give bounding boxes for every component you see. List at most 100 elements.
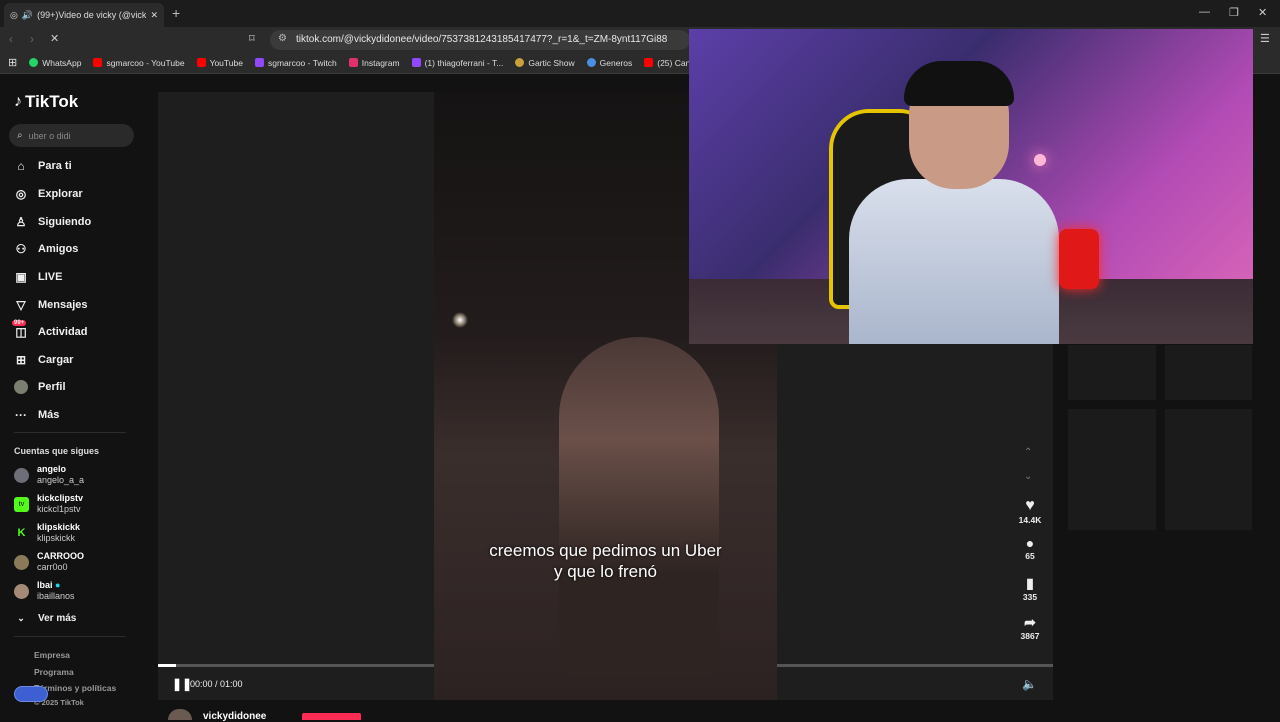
youtube-icon [93, 58, 103, 67]
tiktok-logo[interactable]: ♪ TikTok [14, 92, 78, 112]
account-carrooo[interactable]: CARROOO carr0o0 [14, 551, 84, 573]
more-icon: ··· [15, 408, 27, 422]
bookmark-twitch[interactable]: sgmarcoo - Twitch [254, 58, 337, 68]
search-input[interactable]: ⌕ uber o didi [9, 124, 134, 147]
youtube-icon [644, 58, 654, 67]
avatar: K [14, 525, 29, 541]
street-light [452, 312, 468, 328]
new-tab-button[interactable]: + [172, 5, 180, 21]
close-window-button[interactable]: ✕ [1258, 6, 1267, 19]
bookmark-whatsapp[interactable]: WhatsApp [29, 58, 81, 68]
nav-siguiendo[interactable]: ♙ Siguiendo [14, 215, 92, 229]
tab-title: (99+)Video de vicky (@vicky [37, 10, 147, 20]
bookmark-instagram[interactable]: Instagram [348, 58, 400, 68]
heart-icon: ♥ [1025, 497, 1035, 514]
live-icon: ▣ [15, 270, 27, 284]
bookmark-page-icon[interactable]: ⌑ [249, 32, 255, 45]
video-caption: creemos que pedimos un Uber y que lo fre… [489, 541, 722, 581]
restore-button[interactable]: ❐ [1229, 6, 1239, 19]
person-shirt [849, 179, 1059, 344]
related-video-thumb[interactable] [1068, 345, 1156, 400]
share-icon: ➦ [1024, 614, 1036, 630]
browser-menu-icon[interactable]: ☰ [1260, 32, 1270, 45]
floating-app-button[interactable] [14, 686, 48, 702]
nav-live[interactable]: ▣ LIVE [14, 270, 62, 284]
divider [14, 636, 126, 637]
forward-icon[interactable]: › [30, 32, 34, 46]
tiktok-note-icon: ♪ [14, 93, 22, 110]
share-button[interactable]: ➦ 3867 [1010, 614, 1050, 641]
close-tab-icon[interactable]: ✕ [150, 10, 158, 21]
twitch-icon [254, 58, 264, 67]
audio-icon: 🔊 [21, 9, 34, 20]
chevron-up-icon[interactable]: ⌃ [1024, 447, 1032, 458]
gartic-icon [515, 58, 525, 67]
tab-strip: ◎ 🔊 (99+)Video de vicky (@vicky ✕ + — ❐ … [0, 0, 1280, 27]
nav-perfil[interactable]: Perfil [14, 380, 66, 394]
tiktok-favicon-icon: ◎ [10, 9, 18, 20]
whatsapp-icon [29, 58, 39, 67]
comment-button[interactable]: ● 65 [1010, 535, 1050, 561]
bookmark-twitch-2[interactable]: (1) thiagoferrani - T... [411, 58, 503, 68]
messages-icon: ▽ [16, 298, 26, 312]
progress-fill [158, 664, 176, 667]
bookmark-gartic[interactable]: Gartic Show [515, 58, 575, 68]
upload-icon: ⊞ [15, 353, 27, 367]
lamp-light [1034, 154, 1046, 166]
video-time: 00:00 / 01:00 [190, 679, 243, 689]
following-icon: ♙ [15, 215, 27, 229]
footer-link-programa[interactable]: Programa [34, 667, 74, 677]
browser-tab[interactable]: ◎ 🔊 (99+)Video de vicky (@vicky ✕ [4, 3, 164, 27]
comment-icon: ● [1025, 535, 1035, 551]
footer-link-empresa[interactable]: Empresa [34, 650, 70, 660]
friends-icon: ⚇ [15, 242, 27, 256]
account-klipskickk[interactable]: Kklipskickk klipskickk [14, 522, 80, 544]
address-bar[interactable]: ⚙ tiktok.com/@vickydidonee/video/7537381… [270, 30, 690, 50]
nav-mas[interactable]: ··· Más [14, 408, 59, 422]
compass-icon: ◎ [15, 187, 27, 201]
search-icon: ⌕ [17, 130, 23, 141]
chevron-down-icon[interactable]: ⌄ [1024, 471, 1032, 482]
microphone [1059, 229, 1099, 289]
avatar [14, 583, 29, 599]
see-more-button[interactable]: ⌄ Ver más [14, 611, 76, 625]
divider [14, 432, 126, 433]
account-kickclipstv[interactable]: tv kickclipstv kickcl1pstv [14, 493, 83, 515]
related-video-thumb[interactable] [1165, 409, 1252, 530]
account-angelo[interactable]: angelo angelo_a_a [14, 464, 84, 486]
apps-grid-icon[interactable]: ⊞ [8, 56, 17, 69]
avatar: tv [14, 496, 29, 512]
bookmark-youtube[interactable]: YouTube [196, 58, 243, 68]
nav-explorar[interactable]: ◎ Explorar [14, 187, 83, 201]
home-icon: ⌂ [17, 159, 25, 173]
nav-mensajes[interactable]: ▽ Mensajes [14, 298, 87, 312]
nav-actividad[interactable]: ◫ 99+ Actividad [12, 320, 88, 339]
following-section-title: Cuentas que sigues [14, 446, 100, 456]
stop-loading-icon[interactable]: ✕ [50, 32, 59, 45]
site-info-icon[interactable]: ⚙ [278, 33, 287, 44]
related-video-thumb[interactable] [1068, 409, 1156, 530]
save-button[interactable]: ▮ 335 [1010, 575, 1050, 602]
bookmark-generos[interactable]: Generos [586, 58, 632, 68]
webcam-overlay [689, 29, 1253, 344]
profile-icon [14, 380, 28, 394]
back-icon[interactable]: ‹ [9, 32, 13, 46]
nav-cargar[interactable]: ⊞ Cargar [14, 353, 74, 367]
author-avatar[interactable] [168, 709, 192, 720]
nav-amigos[interactable]: ⚇ Amigos [14, 242, 79, 256]
author-name[interactable]: vickydidonee [203, 711, 266, 722]
account-ibai[interactable]: Ibai ● ibaillanos [14, 580, 75, 602]
follow-button[interactable] [302, 713, 361, 720]
verified-icon: ● [55, 580, 61, 590]
volume-icon[interactable]: 🔈 [1022, 677, 1037, 691]
related-video-thumb[interactable] [1165, 345, 1252, 400]
minimize-button[interactable]: — [1199, 6, 1210, 18]
like-button[interactable]: ♥ 14.4K [1010, 497, 1050, 525]
person-hair [904, 61, 1014, 106]
instagram-icon [348, 58, 358, 67]
generos-icon [586, 58, 596, 67]
person-silhouette [559, 337, 719, 677]
bookmark-icon: ▮ [1026, 575, 1034, 591]
bookmark-youtube-channel[interactable]: sgmarcoo - YouTube [93, 58, 185, 68]
nav-para-ti[interactable]: ⌂ Para ti [14, 159, 71, 173]
